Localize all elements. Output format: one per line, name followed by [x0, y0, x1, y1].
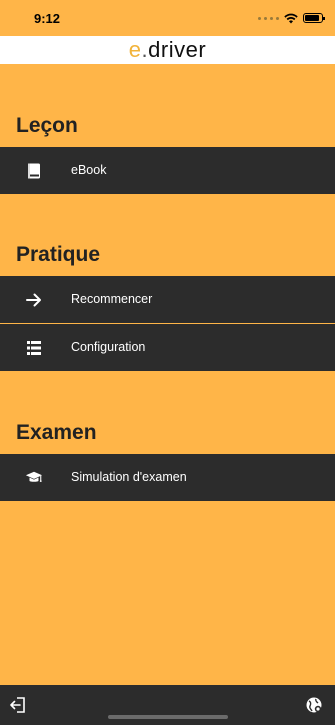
- arrow-right-icon: [25, 291, 43, 309]
- bottom-toolbar: [0, 685, 335, 725]
- home-indicator: [108, 715, 228, 719]
- wifi-icon: [284, 13, 298, 23]
- menu-item-label: Configuration: [71, 340, 146, 354]
- globe-settings-icon[interactable]: [305, 696, 323, 714]
- menu-item-label: eBook: [71, 163, 107, 177]
- menu-item-configuration[interactable]: Configuration: [0, 324, 335, 371]
- menu-item-label: Simulation d'examen: [71, 470, 187, 484]
- status-time: 9:12: [34, 11, 61, 26]
- menu-item-label: Recommencer: [71, 292, 153, 306]
- battery-icon: [303, 13, 325, 23]
- graduation-cap-icon: [25, 469, 43, 487]
- list-icon: [25, 339, 43, 357]
- status-bar: 9:12: [0, 0, 335, 36]
- app-header: e.driver: [0, 36, 335, 64]
- book-icon: [25, 162, 43, 180]
- logout-icon[interactable]: [10, 696, 28, 714]
- menu-item-ebook[interactable]: eBook: [0, 147, 335, 194]
- section-title-lecon: Leçon: [16, 114, 78, 137]
- menu-item-recommencer[interactable]: Recommencer: [0, 276, 335, 323]
- menu-item-simulation-examen[interactable]: Simulation d'examen: [0, 454, 335, 501]
- cellular-signal-icon: [258, 16, 279, 20]
- section-title-examen: Examen: [16, 421, 97, 444]
- section-title-pratique: Pratique: [16, 243, 101, 266]
- status-icons: [258, 11, 325, 25]
- app-logo: e.driver: [128, 37, 207, 62]
